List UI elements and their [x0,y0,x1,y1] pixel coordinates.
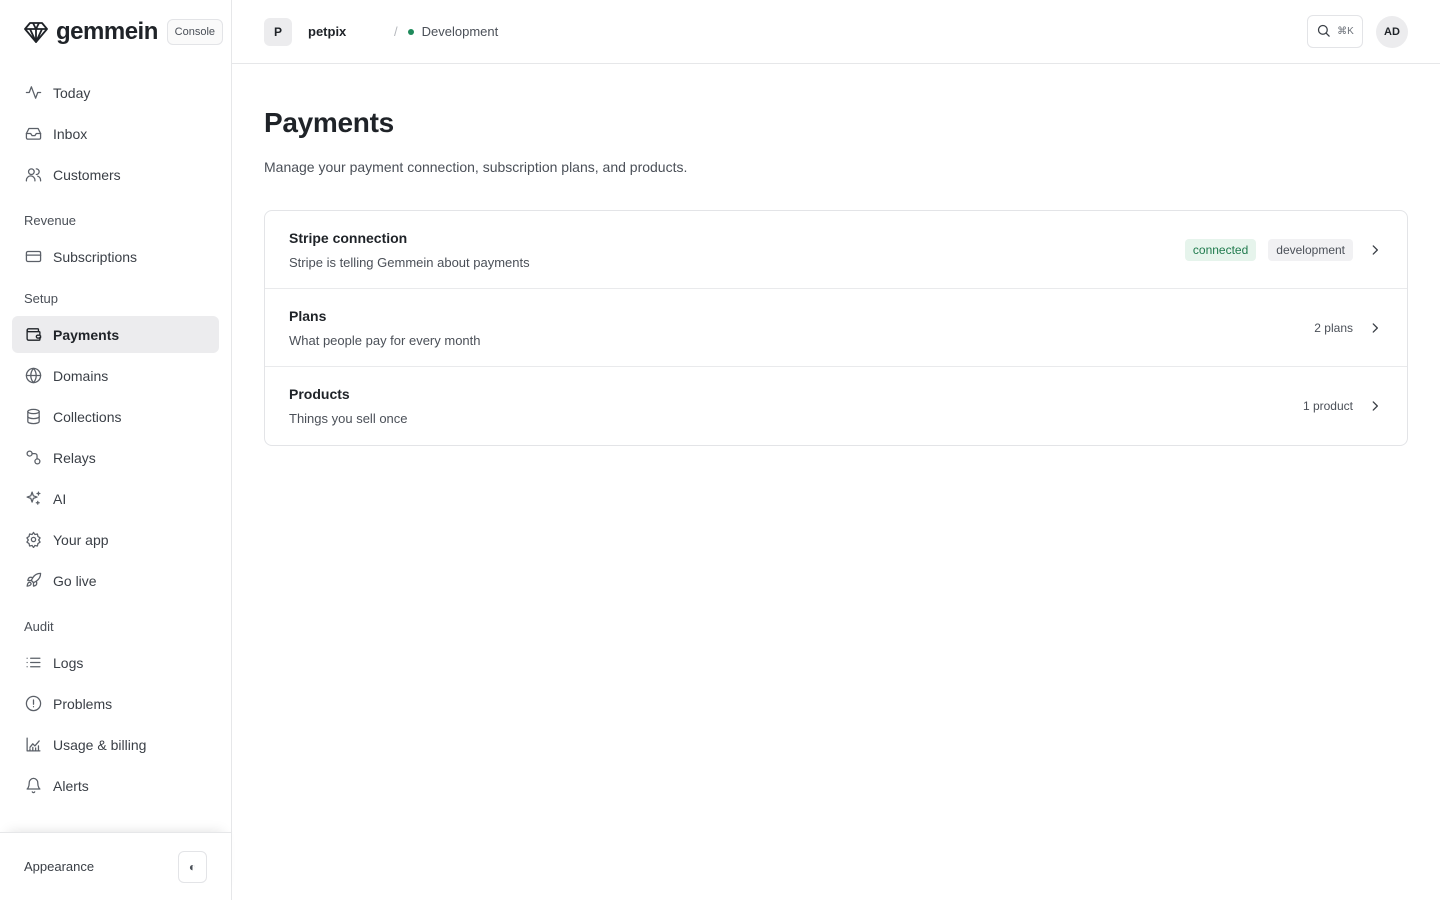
section-label-revenue: Revenue [24,213,77,228]
row-text: Stripe connection Stripe is telling Gemm… [289,229,530,271]
rocket-icon [24,572,42,590]
sidebar-item-label: Logs [53,654,84,671]
app-root: gemmein Console Today Inbox Customers Re… [0,0,1440,900]
sidebar-item-ai[interactable]: AI [12,480,219,517]
sidebar-item-label: Go live [53,572,97,589]
row-title: Products [289,386,350,402]
row-subtitle: Things you sell once [289,411,408,426]
environment-status-dot [407,28,414,35]
project-switcher[interactable]: petpix [308,24,378,39]
search-button[interactable]: ⌘K [1307,15,1363,48]
plans-row[interactable]: Plans What people pay for every month 2 … [265,289,1407,367]
database-icon [24,408,42,426]
row-meta: connected development [1173,238,1383,261]
appearance-label: Appearance [24,859,95,874]
bell-icon [24,777,42,795]
sidebar-item-label: Customers [53,166,121,183]
user-avatar[interactable]: AD [1376,15,1408,48]
row-title: Stripe connection [289,229,408,246]
sidebar-nav: Today Inbox Customers Revenue Subscripti [0,64,231,832]
sidebar-item-payments[interactable]: Payments [12,316,219,353]
stripe-connection-row[interactable]: Stripe connection Stripe is telling Gemm… [265,211,1407,289]
sidebar-item-relays[interactable]: Relays [12,439,219,476]
row-text: Products Things you sell once [289,385,408,427]
project-avatar[interactable]: P [264,17,292,46]
sparkles-icon [24,490,42,508]
sidebar-item-label: Payments [53,326,120,343]
theme-toggle-button[interactable]: ◐ [178,850,207,883]
settings-icon [24,531,42,549]
sidebar-item-label: Relays [53,449,96,466]
sidebar-item-usage-billing[interactable]: Usage & billing [12,726,219,763]
inbox-icon [24,125,42,143]
settings-list: Stripe connection Stripe is telling Gemm… [264,210,1408,446]
sidebar-item-label: Alerts [53,777,89,794]
route-icon [24,449,42,467]
environment-switcher[interactable]: Development [422,24,499,39]
sidebar-item-inbox[interactable]: Inbox [12,115,219,152]
row-meta: 2 plans [1314,320,1383,336]
page-content: Payments Manage your payment connection,… [232,64,1440,446]
sidebar-item-customers[interactable]: Customers [12,156,219,193]
sidebar-item-label: Domains [53,367,109,384]
topbar-actions: ⌘K AD [1307,15,1408,48]
page-description: Manage your payment connection, subscrip… [264,159,688,175]
sidebar-item-label: AI [53,490,67,507]
chart-icon [24,736,42,754]
credit-card-icon [24,248,42,266]
chevron-right-icon [1367,398,1383,414]
search-shortcut: ⌘K [1337,26,1354,37]
row-subtitle: Stripe is telling Gemmein about payments [289,254,530,270]
alert-circle-icon [24,695,42,713]
sidebar-item-collections[interactable]: Collections [12,398,219,435]
brand-name[interactable]: gemmein [56,18,158,46]
sidebar-item-label: Collections [53,408,122,425]
products-count: 1 product [1302,399,1353,413]
status-badge: connected [1184,238,1257,261]
page-title: Payments [264,107,394,138]
activity-icon [24,84,42,102]
section-label-audit: Audit [24,619,54,634]
mode-badge: development [1268,238,1353,261]
list-icon [24,654,42,672]
row-subtitle: What people pay for every month [289,332,481,348]
sidebar-item-domains[interactable]: Domains [12,357,219,394]
main-area: P petpix / Development ⌘K AD Payments Ma… [232,0,1440,900]
sidebar-footer: Appearance ◐ [0,832,231,900]
row-text: Plans What people pay for every month [289,307,481,349]
users-icon [24,166,42,184]
console-badge[interactable]: Console [166,19,223,45]
section-label-setup: Setup [24,291,58,306]
sidebar-item-today[interactable]: Today [12,74,219,111]
half-circle-icon: ◐ [188,859,197,874]
plans-count: 2 plans [1314,320,1353,335]
sidebar-item-alerts[interactable]: Alerts [12,767,219,804]
sidebar-item-subscriptions[interactable]: Subscriptions [12,238,219,275]
sidebar: gemmein Console Today Inbox Customers Re… [0,0,232,900]
sidebar-item-label: Usage & billing [53,736,147,753]
globe-icon [24,367,42,385]
products-row[interactable]: Products Things you sell once 1 product [265,367,1407,445]
brand-header: gemmein Console [0,0,231,64]
sidebar-item-label: Subscriptions [53,248,138,265]
row-meta: 1 product [1303,398,1383,414]
sidebar-item-logs[interactable]: Logs [12,644,219,681]
sidebar-item-label: Problems [53,695,113,712]
row-title: Plans [289,307,327,324]
sidebar-item-label: Today [53,84,91,101]
sidebar-item-problems[interactable]: Problems [12,685,219,722]
breadcrumb-separator: / [394,24,398,39]
sidebar-item-label: Your app [53,531,109,548]
sidebar-item-your-app[interactable]: Your app [12,521,219,558]
search-icon [1316,23,1331,41]
sidebar-item-label: Inbox [53,125,88,142]
sidebar-item-go-live[interactable]: Go live [12,562,219,599]
chevron-right-icon [1367,320,1383,336]
topbar: P petpix / Development ⌘K AD [232,0,1440,64]
wallet-icon [24,326,42,344]
chevron-right-icon [1367,242,1383,258]
diamond-logo-icon [24,20,48,44]
